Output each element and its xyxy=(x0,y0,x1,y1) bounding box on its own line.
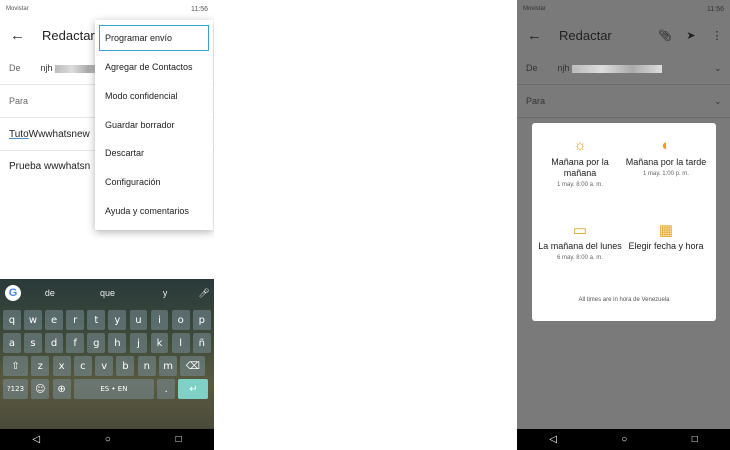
key-row-3: ⇧ z x c v b n m ⌫ xyxy=(0,356,214,376)
chevron-down-icon[interactable]: ⌄ xyxy=(714,96,730,107)
clock: 11:56 xyxy=(707,5,724,13)
chevron-down-icon[interactable]: ⌄ xyxy=(714,63,730,74)
timezone-note: All times are in hora de Venezuela xyxy=(578,297,670,303)
google-logo-icon[interactable]: G xyxy=(5,285,21,301)
key-ñ[interactable]: ñ xyxy=(192,333,211,353)
key-u[interactable]: u xyxy=(129,310,148,330)
key-r[interactable]: r xyxy=(66,310,85,330)
page-title: Redactar xyxy=(559,27,612,43)
key-d[interactable]: d xyxy=(45,333,63,353)
suggestion[interactable]: de xyxy=(21,288,79,298)
briefcase-icon: ▭ xyxy=(572,222,588,239)
menu-item-discard[interactable]: Descartar xyxy=(95,139,213,168)
key-m[interactable]: m xyxy=(159,356,178,376)
send-icon[interactable]: ➤ xyxy=(678,29,704,42)
menu-item-help[interactable]: Ayuda y comentarios xyxy=(95,196,213,225)
nav-recents-icon[interactable]: □ xyxy=(176,434,182,445)
nav-back-icon[interactable]: ◁ xyxy=(32,434,40,445)
menu-item-settings[interactable]: Configuración xyxy=(95,168,213,197)
sun-icon: ☼ xyxy=(573,137,587,154)
nav-home-icon[interactable]: ○ xyxy=(621,434,627,445)
back-arrow-icon[interactable]: ← xyxy=(527,27,559,44)
shift-key[interactable]: ⇧ xyxy=(3,356,28,376)
to-label: Para xyxy=(526,96,546,106)
key-y[interactable]: y xyxy=(108,310,127,330)
key-t[interactable]: t xyxy=(87,310,106,330)
key-x[interactable]: x xyxy=(52,356,71,376)
key-c[interactable]: c xyxy=(73,356,92,376)
key-row-2: asdfghjklñ xyxy=(0,333,214,353)
space-key[interactable]: ES • EN xyxy=(73,379,154,399)
suggestion[interactable]: que xyxy=(79,288,137,298)
app-bar: ← Redactar 📎︎ ➤ ⋮ xyxy=(517,18,730,52)
key-b[interactable]: b xyxy=(116,356,135,376)
carrier-label: Movistar xyxy=(6,6,29,12)
key-f[interactable]: f xyxy=(66,333,85,353)
schedule-send-dialog: ☼ Mañana por la mañana 1 may. 8:00 a. m.… xyxy=(532,123,716,321)
right-phone-screen: Movistar 11:56 ← Redactar 📎︎ ➤ ⋮ De njh … xyxy=(517,0,730,450)
clock: 11:56 xyxy=(191,5,208,13)
globe-icon[interactable]: ⊕ xyxy=(52,379,71,399)
key-o[interactable]: o xyxy=(171,310,190,330)
page-title: Redactar xyxy=(42,27,95,43)
menu-item-schedule-send[interactable]: Programar envío xyxy=(97,23,211,53)
key-p[interactable]: p xyxy=(192,310,211,330)
key-q[interactable]: q xyxy=(3,310,21,330)
carrier-label: Movistar xyxy=(523,6,546,12)
subject-underlined-word: Tuto xyxy=(9,128,29,140)
suggestion[interactable]: y xyxy=(136,288,194,298)
enter-key[interactable]: ↵ xyxy=(178,379,209,399)
key-a[interactable]: a xyxy=(3,333,21,353)
option-monday-morning[interactable]: ▭ La mañana del lunes 6 may. 8:00 a. m. xyxy=(538,221,622,261)
attach-icon[interactable]: 📎︎ xyxy=(652,29,678,42)
key-h[interactable]: h xyxy=(108,333,127,353)
to-label: Para xyxy=(9,96,29,106)
nav-home-icon[interactable]: ○ xyxy=(105,434,111,445)
keyboard: G de que y 🎤︎ qwertyuiop asdfghjklñ ⇧ z x c… xyxy=(0,279,214,429)
from-field[interactable]: De njh ⌄ xyxy=(517,52,730,85)
key-s[interactable]: s xyxy=(24,333,42,353)
backspace-key[interactable]: ⌫ xyxy=(180,356,206,376)
option-pick-date-time[interactable]: ▦ Elegir fecha y hora xyxy=(624,221,708,252)
emoji-key[interactable]: ☺ xyxy=(31,379,50,399)
to-field[interactable]: Para ⌄ xyxy=(517,85,730,118)
back-arrow-icon[interactable]: ← xyxy=(10,27,42,44)
suggestion-bar: G de que y 🎤︎ xyxy=(0,279,214,307)
menu-item-add-contacts[interactable]: Agregar de Contactos xyxy=(95,53,213,82)
status-bar: Movistar 11:56 xyxy=(517,0,730,18)
key-l[interactable]: l xyxy=(171,333,190,353)
key-k[interactable]: k xyxy=(150,333,169,353)
key-j[interactable]: j xyxy=(129,333,148,353)
key-i[interactable]: i xyxy=(150,310,169,330)
nav-back-icon[interactable]: ◁ xyxy=(549,434,557,445)
calendar-icon: ▦ xyxy=(658,222,674,239)
menu-item-confidential[interactable]: Modo confidencial xyxy=(95,82,213,111)
half-sun-icon: ◐ xyxy=(661,137,671,154)
period-key[interactable]: . xyxy=(157,379,176,399)
subject-rest: Wwwhatsnew xyxy=(28,128,90,140)
option-tomorrow-afternoon[interactable]: ◐ Mañana por la tarde 1 may. 1:00 p. m. xyxy=(624,137,708,177)
key-e[interactable]: e xyxy=(45,310,63,330)
key-v[interactable]: v xyxy=(95,356,114,376)
from-label: De xyxy=(526,63,538,73)
nav-bar: ◁ ○ □ xyxy=(517,429,730,450)
menu-item-save-draft[interactable]: Guardar borrador xyxy=(95,110,213,139)
from-label: De xyxy=(9,63,21,73)
nav-recents-icon[interactable]: □ xyxy=(692,434,698,445)
left-phone-screen: Movistar 11:56 ← Redactar De njh Para Tu… xyxy=(0,0,214,450)
key-n[interactable]: n xyxy=(137,356,156,376)
nav-bar: ◁ ○ □ xyxy=(0,429,214,450)
key-g[interactable]: g xyxy=(87,333,106,353)
microphone-icon[interactable]: 🎤︎ xyxy=(194,288,214,299)
key-row-4: ?123 ☺ ⊕ ES • EN . ↵ xyxy=(0,379,214,399)
from-value: njh xyxy=(558,63,714,73)
key-w[interactable]: w xyxy=(24,310,42,330)
more-vert-icon[interactable]: ⋮ xyxy=(704,29,730,42)
key-row-1: qwertyuiop xyxy=(0,310,214,330)
overflow-menu: Programar envío Agregar de Contactos Mod… xyxy=(95,20,213,230)
key-z[interactable]: z xyxy=(31,356,50,376)
option-tomorrow-morning[interactable]: ☼ Mañana por la mañana 1 may. 8:00 a. m. xyxy=(538,137,622,188)
status-bar: Movistar 11:56 xyxy=(0,0,214,18)
symbols-key[interactable]: ?123 xyxy=(3,379,28,399)
